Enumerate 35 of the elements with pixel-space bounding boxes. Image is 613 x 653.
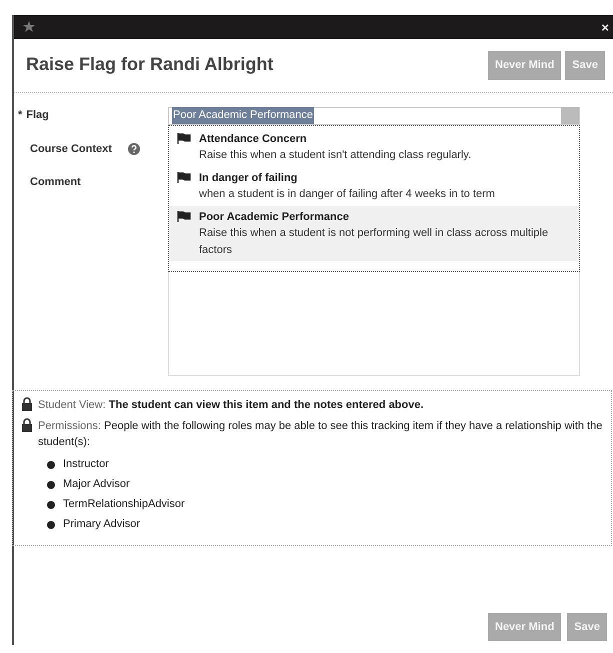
lock-icon [21,418,33,432]
role-name: Major Advisor [63,477,130,492]
dropdown-option[interactable]: Attendance Concern Raise this when a student isn't attending class regularly. [169,128,579,166]
lock-icon [21,397,33,411]
option-title: Poor Academic Performance [199,210,350,224]
help-icon[interactable] [128,143,140,156]
bullet-icon [47,480,55,488]
field-label: Course Context [30,142,112,157]
star-icon [22,20,36,34]
flag-icon [177,210,191,222]
bullet-icon [47,520,55,528]
selected-value: Poor Academic Performance [172,107,314,124]
option-title: Attendance Concern [199,132,308,146]
flag-icon [177,172,191,182]
option-description: Raise this when a student is not performing well in class across multiple factors [199,226,550,258]
flag-icon [177,132,191,144]
role-name: Instructor [63,457,109,472]
bullet-icon [47,500,55,508]
role-name: Primary Advisor [63,517,140,532]
dropdown-option[interactable]: In danger of failing when a student is in danger of failing after 4 weeks in to term [169,166,579,206]
required-mark: * [18,108,22,122]
role-name: TermRelationshipAdvisor [63,497,185,512]
close-button[interactable]: × [601,20,609,34]
option-description: when a student is in danger of failing after 4 weeks in to term [199,187,495,202]
field-label: Flag [26,108,49,122]
dialog-title: Raise Flag for Randi Albright [26,54,274,76]
comment-field[interactable] [168,272,580,376]
bullet-icon [47,460,55,468]
student-view-text: Student View: The student can view this item and the notes entered above. [38,398,424,413]
permissions-text: Permissions: People with the following roles may be able to see this tracking item if they have a relationship with the student(s): [38,418,604,450]
option-title: In danger of failing [199,170,298,186]
dropdown-option[interactable]: Poor Academic Performance Raise this when a student is not performing well in class across multiple factors [169,206,579,261]
option-description: Raise this when a student isn't attending class regularly. [199,148,472,163]
flag-select[interactable]: Poor Academic Performance [168,106,580,124]
field-label: Comment [30,174,82,190]
